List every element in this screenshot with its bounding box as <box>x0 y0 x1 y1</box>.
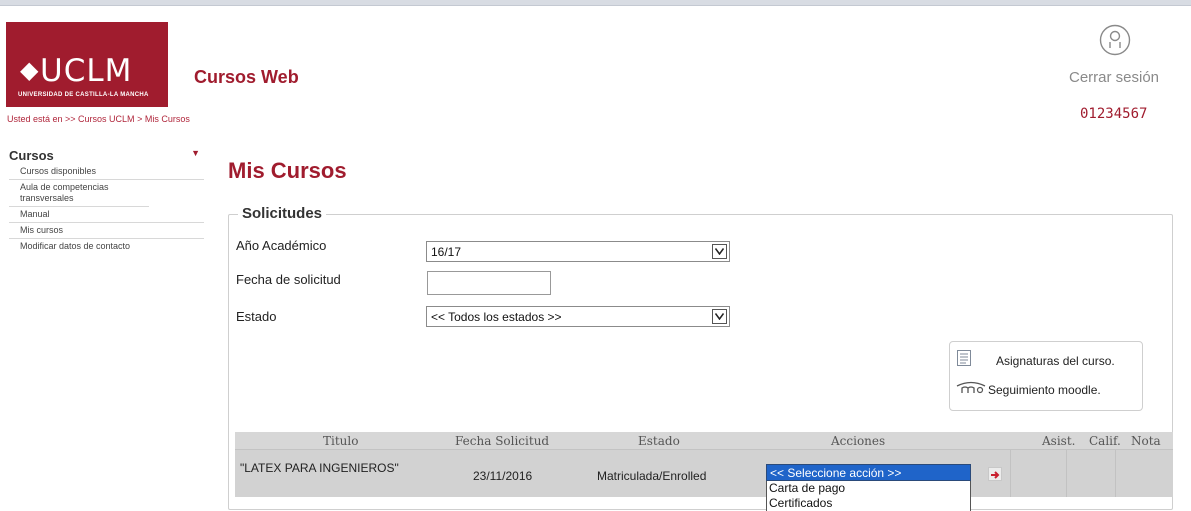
column-header-nota: Nota <box>1131 434 1161 448</box>
column-header-titulo: Titulo <box>323 434 359 448</box>
year-label: Año Académico <box>236 238 327 253</box>
breadcrumb-item-mis-cursos[interactable]: Mis Cursos <box>145 114 190 124</box>
column-header-fecha: Fecha Solicitud <box>455 434 550 448</box>
state-label: Estado <box>236 309 277 324</box>
logo-name: UCLM <box>40 53 133 89</box>
breadcrumb-separator: > <box>134 114 145 124</box>
diamond-icon: ◆ <box>20 57 39 84</box>
page-title: Mis Cursos <box>228 158 347 183</box>
year-select[interactable]: 16/17 <box>426 241 730 262</box>
date-input[interactable] <box>427 271 551 295</box>
app-title: Cursos Web <box>194 67 299 87</box>
action-option-certificados[interactable]: Certificados <box>767 496 970 511</box>
breadcrumb: Usted está en >> Cursos UCLM > Mis Curso… <box>7 114 190 124</box>
sidebar-item-modificar-datos[interactable]: Modificar datos de contacto <box>9 239 204 254</box>
moodle-icon <box>956 380 986 399</box>
column-header-estado: Estado <box>638 434 680 448</box>
arrow-right-icon <box>991 471 1000 479</box>
year-select-value: 16/17 <box>431 245 462 259</box>
uclm-logo[interactable]: ◆ UCLM UNIVERSIDAD DE CASTILLA-LA MANCHA <box>6 22 168 107</box>
table-row: "LATEX PARA INGENIEROS" 23/11/2016 Matri… <box>235 450 1173 497</box>
sidebar-item-manual[interactable]: Manual <box>9 207 204 223</box>
user-icon[interactable] <box>1099 24 1131 56</box>
date-label: Fecha de solicitud <box>236 272 341 287</box>
breadcrumb-item-cursos-uclm[interactable]: Cursos UCLM <box>78 114 135 124</box>
sidebar-heading[interactable]: Cursos ▼ <box>9 148 204 164</box>
sidebar-item-aula-competencias[interactable]: Aula de competencias transversales <box>9 180 149 207</box>
list-icon <box>957 350 971 371</box>
sidebar-heading-label: Cursos <box>9 148 54 163</box>
column-divider <box>1010 450 1011 497</box>
sidebar: Cursos ▼ Cursos disponibles Aula de comp… <box>9 148 204 254</box>
caret-down-icon[interactable]: ▼ <box>191 148 200 158</box>
sidebar-item-mis-cursos[interactable]: Mis cursos <box>9 223 204 239</box>
table-header: Titulo Fecha Solicitud Estado Acciones A… <box>235 432 1173 450</box>
column-divider <box>1115 450 1116 497</box>
fieldset-legend: Solicitudes <box>238 205 327 222</box>
cell-fecha: 23/11/2016 <box>473 469 533 483</box>
column-header-acciones: Acciones <box>831 434 886 448</box>
logout-link[interactable]: Cerrar sesión <box>1069 69 1159 86</box>
column-header-calif: Calif. <box>1089 434 1121 448</box>
column-header-asist: Asist. <box>1042 434 1076 448</box>
chevron-down-icon[interactable] <box>712 244 727 259</box>
action-select[interactable]: << Seleccione acción >> <box>766 464 971 481</box>
subjects-legend-label: Asignaturas del curso. <box>996 354 1115 368</box>
sidebar-item-cursos-disponibles[interactable]: Cursos disponibles <box>9 164 204 180</box>
logo-subtitle: UNIVERSIDAD DE CASTILLA-LA MANCHA <box>18 92 149 98</box>
top-rule <box>0 0 1191 6</box>
icon-legend: Asignaturas del curso. Seguimiento moodl… <box>949 341 1143 411</box>
moodle-legend-label: Seguimiento moodle. <box>988 383 1101 397</box>
column-divider <box>1066 450 1067 497</box>
user-id: 01234567 <box>1080 106 1148 122</box>
cell-titulo: "LATEX PARA INGENIEROS" <box>240 461 399 475</box>
go-arrow-button[interactable] <box>988 467 1002 481</box>
state-select-value: << Todos los estados >> <box>431 310 562 324</box>
state-select[interactable]: << Todos los estados >> <box>426 306 730 327</box>
cell-estado: Matriculada/Enrolled <box>597 469 707 483</box>
breadcrumb-prefix: Usted está en >> <box>7 114 79 124</box>
chevron-down-icon[interactable] <box>712 309 727 324</box>
action-dropdown-list: Carta de pago Certificados <box>766 481 971 511</box>
action-option-carta-de-pago[interactable]: Carta de pago <box>767 481 970 496</box>
